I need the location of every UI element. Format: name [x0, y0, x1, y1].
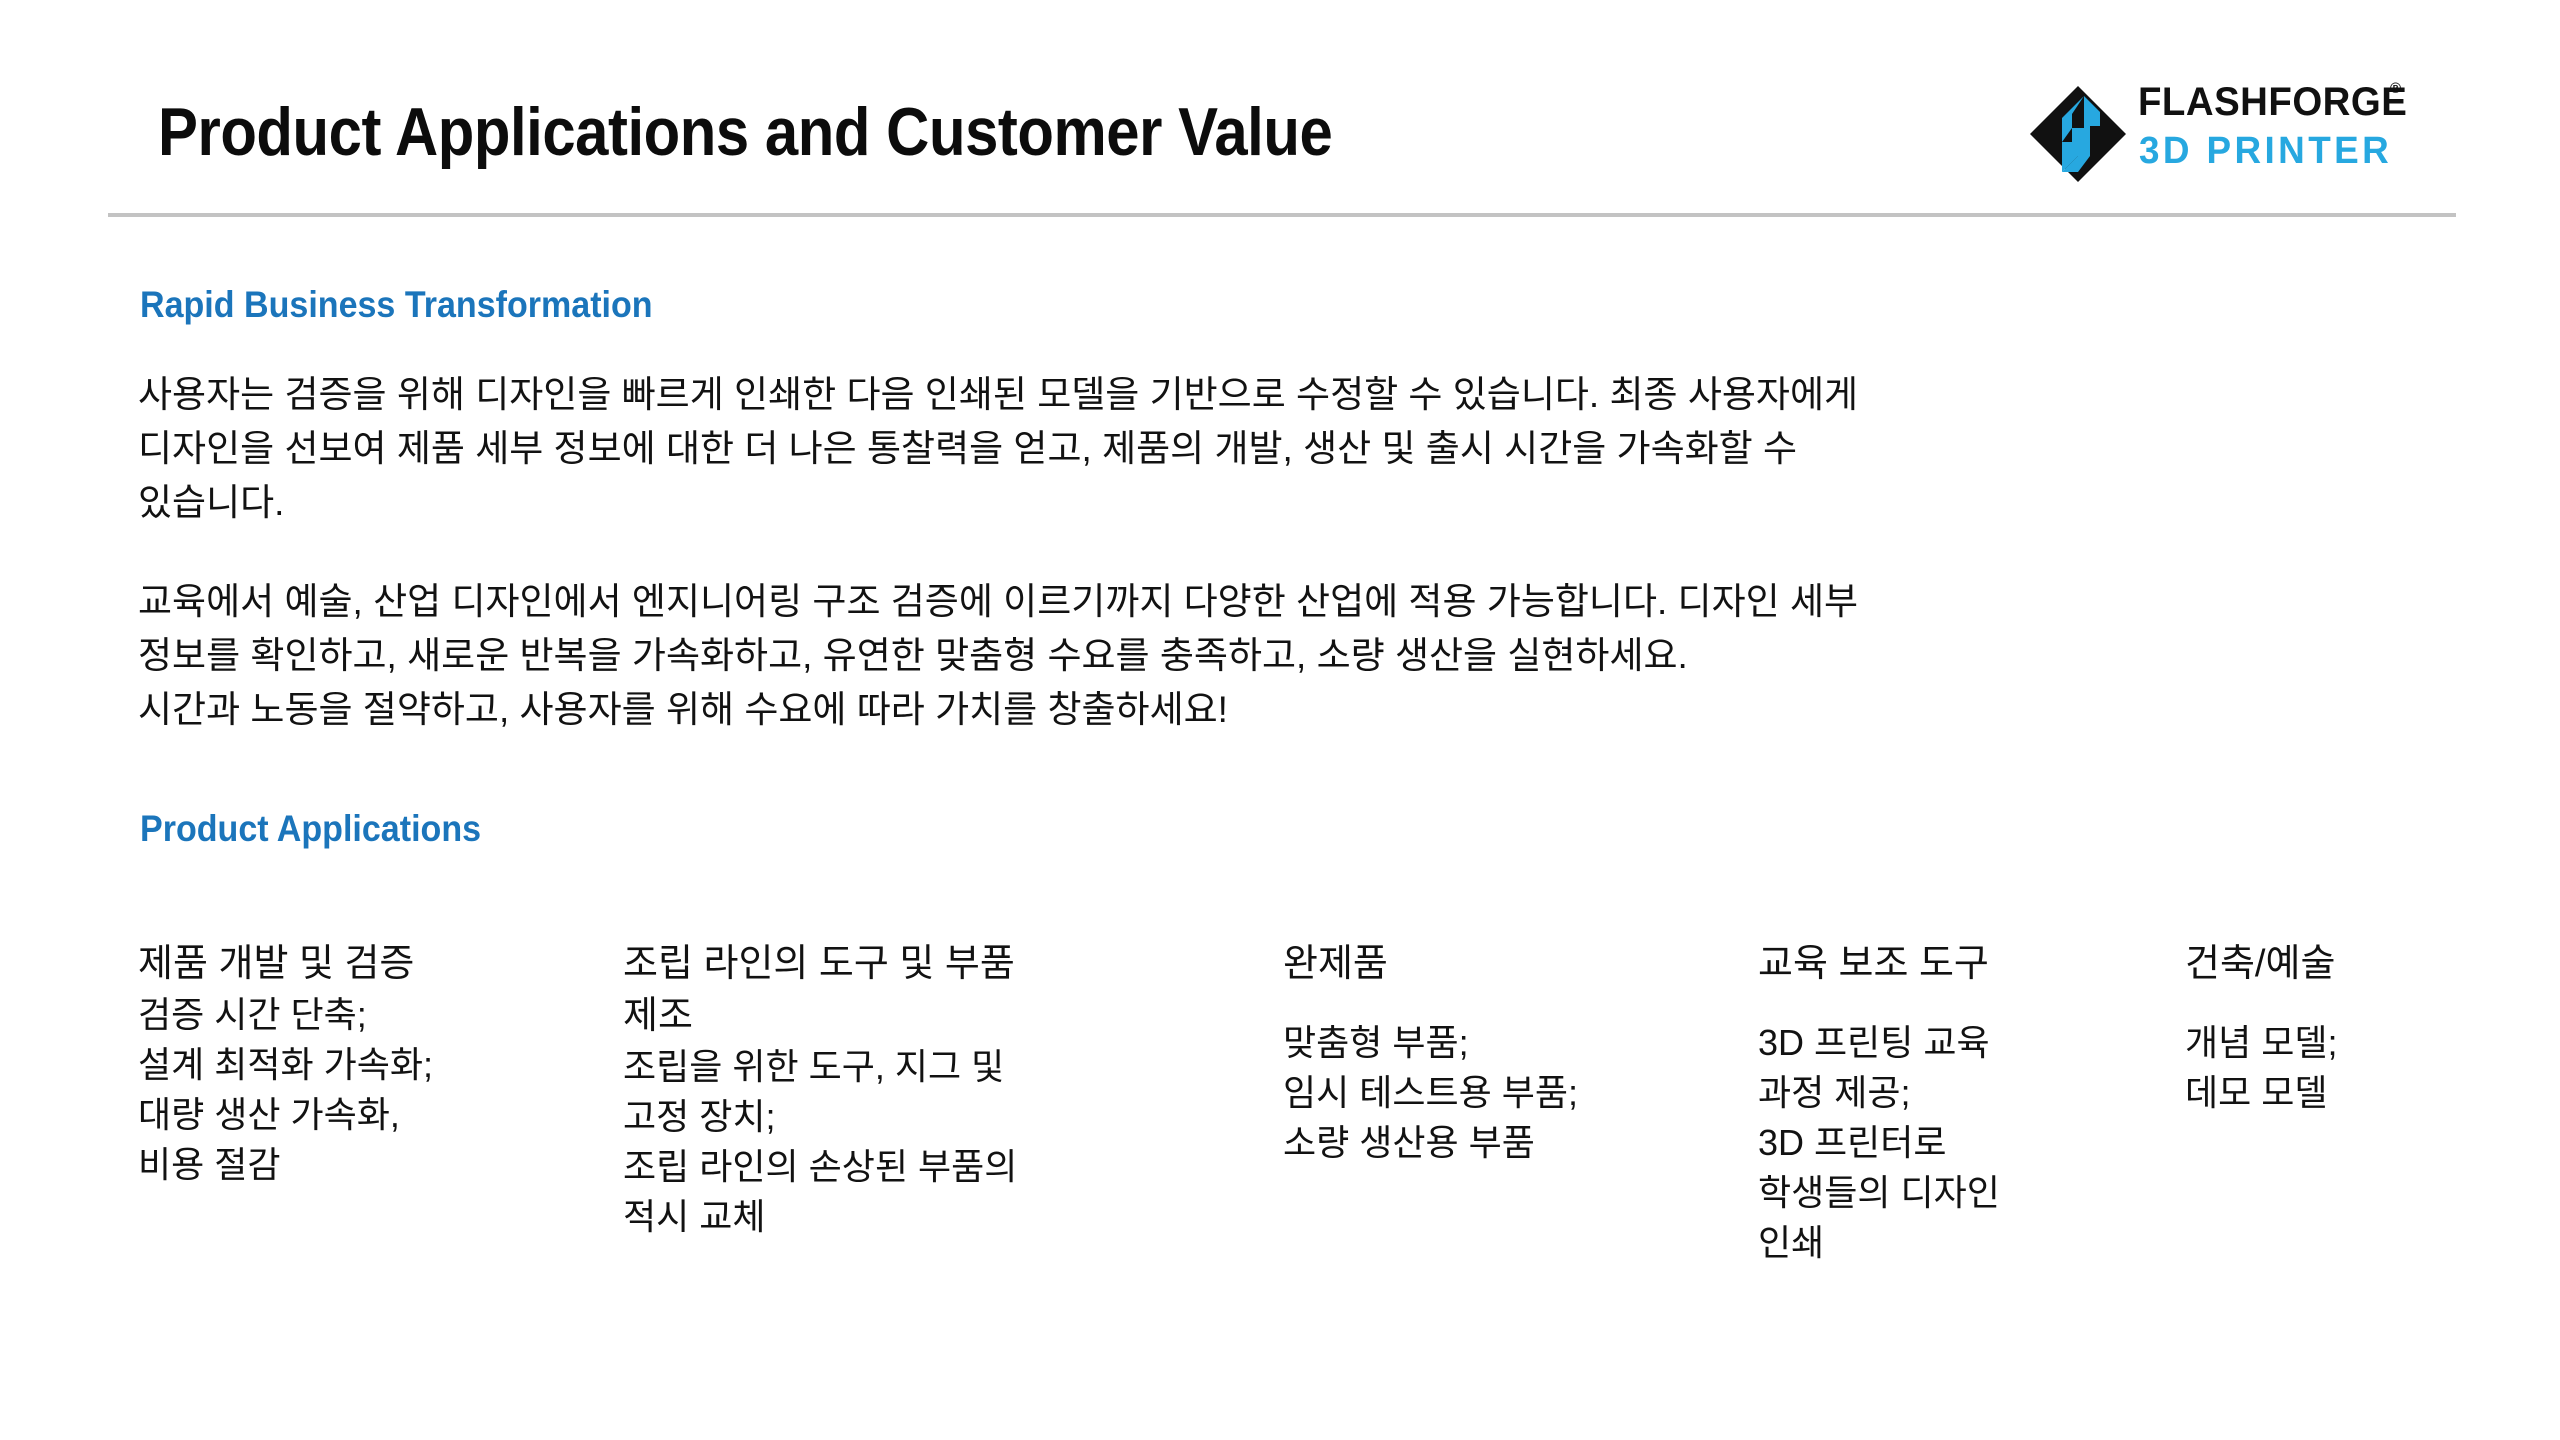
- logo-wordmark: FLASHFORGE: [2138, 80, 2408, 124]
- application-column: 제품 개발 및 검증 검증 시간 단축; 설계 최적화 가속화; 대량 생산 가…: [138, 938, 588, 1190]
- application-column-items: 3D 프린팅 교육 과정 제공; 3D 프린터로 학생들의 디자인 인쇄: [1758, 1022, 2000, 1263]
- slide-header: Product Applications and Customer Value …: [0, 0, 2560, 222]
- flashforge-diamond-icon: [2028, 84, 2128, 184]
- application-column-items: 개념 모델; 데모 모델: [2185, 1022, 2338, 1113]
- registered-trademark-icon: ®: [2390, 80, 2402, 97]
- body-paragraph-1: 사용자는 검증을 위해 디자인을 빠르게 인쇄한 다음 인쇄된 모델을 기반으로…: [138, 374, 1859, 523]
- section-heading-rapid-business-transformation: Rapid Business Transformation: [140, 284, 653, 325]
- application-column-title: 완제품: [1283, 943, 1388, 985]
- logo-subtitle: 3D PRINTER: [2139, 130, 2393, 172]
- section-heading-product-applications: Product Applications: [140, 808, 482, 849]
- flashforge-logo: FLASHFORGE ® 3D PRINTER: [2028, 78, 2438, 190]
- application-columns: 제품 개발 및 검증 검증 시간 단축; 설계 최적화 가속화; 대량 생산 가…: [0, 938, 2560, 1358]
- application-column: 조립 라인의 도구 및 부품 제조 조립을 위한 도구, 지그 및 고정 장치;…: [623, 938, 1223, 1242]
- application-column-title: 건축/예술: [2185, 943, 2336, 985]
- application-column: 완제품 맞춤형 부품; 임시 테스트용 부품; 소량 생산용 부품: [1283, 938, 1723, 1168]
- body-paragraph-2: 교육에서 예술, 산업 디자인에서 엔지니어링 구조 검증에 이르기까지 다양한…: [138, 581, 1859, 730]
- application-column-title: 조립 라인의 도구 및 부품 제조: [623, 943, 1015, 1037]
- application-column-title: 교육 보조 도구: [1758, 943, 1989, 985]
- application-column-items: 맞춤형 부품; 임시 테스트용 부품; 소량 생산용 부품: [1283, 1022, 1578, 1163]
- application-column-items: 검증 시간 단축; 설계 최적화 가속화; 대량 생산 가속화, 비용 절감: [138, 994, 433, 1185]
- application-column-items: 조립을 위한 도구, 지그 및 고정 장치; 조립 라인의 손상된 부품의 적시…: [623, 1046, 1018, 1237]
- page-title: Product Applications and Customer Value: [158, 94, 1333, 170]
- slide-canvas: Product Applications and Customer Value …: [0, 0, 2560, 1440]
- title-divider: [108, 213, 2456, 217]
- application-column: 교육 보조 도구 3D 프린팅 교육 과정 제공; 3D 프린터로 학생들의 디…: [1758, 938, 2158, 1268]
- application-column-title: 제품 개발 및 검증: [138, 943, 415, 985]
- logo-text-block: FLASHFORGE ® 3D PRINTER: [2138, 80, 2438, 188]
- application-column: 건축/예술 개념 모델; 데모 모델: [2185, 938, 2485, 1118]
